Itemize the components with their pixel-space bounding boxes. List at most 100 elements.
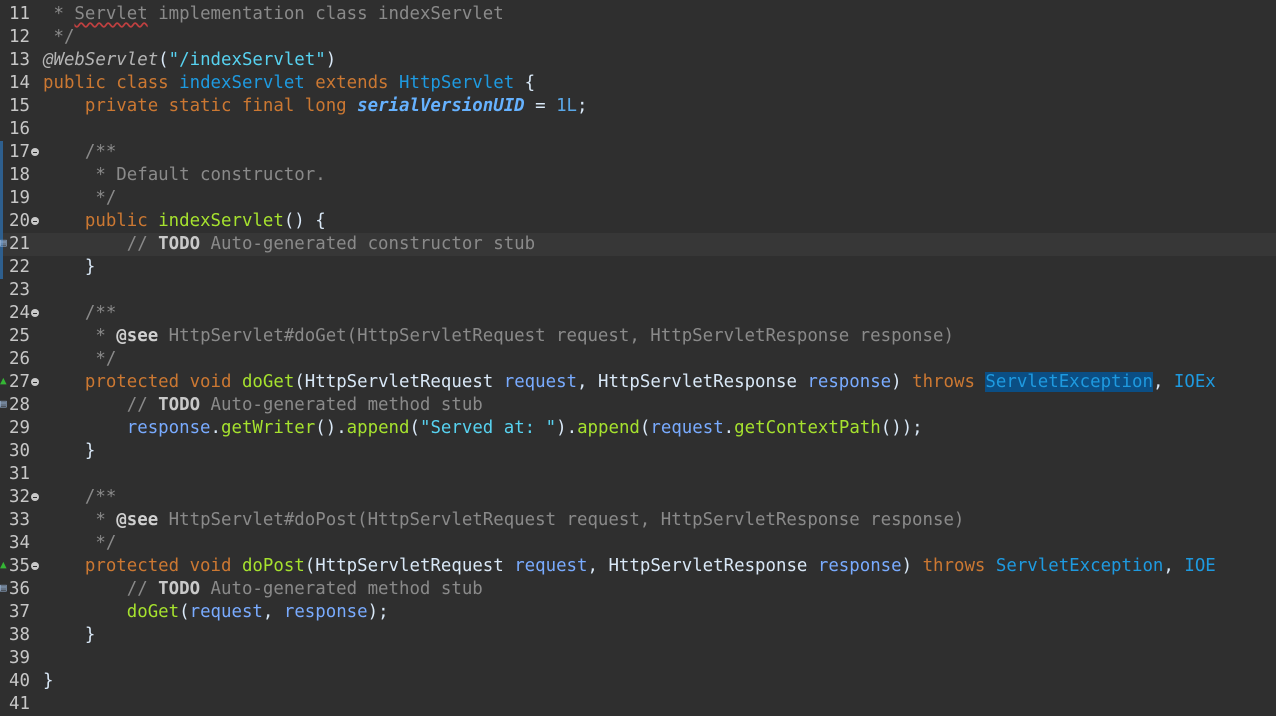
code-text[interactable]: * Servlet implementation class indexServ… [43,3,503,26]
code-text[interactable]: */ [43,26,74,49]
code-line[interactable]: 24 /** [0,302,1276,325]
code-text[interactable]: */ [43,532,116,555]
task-marker-icon[interactable]: ▤ [0,398,7,409]
code-line[interactable]: 25 * @see HttpServlet#doGet(HttpServletR… [0,325,1276,348]
override-triangle-icon[interactable]: ▲ [0,375,7,386]
code-line[interactable]: 22 } [0,256,1276,279]
fold-collapse-icon[interactable] [31,217,39,225]
code-text[interactable]: } [43,670,53,693]
fold-collapse-icon[interactable] [31,378,39,386]
line-gutter[interactable]: 18 [0,164,40,187]
code-line[interactable]: ▤ 21 // TODO Auto-generated constructor s… [0,233,1276,256]
line-gutter[interactable]: ▲ 27 [0,371,40,394]
code-text[interactable]: */ [43,348,116,371]
task-marker-icon[interactable]: ▤ [0,237,7,248]
code-line[interactable]: 11 * Servlet implementation class indexS… [0,3,1276,26]
fold-collapse-icon[interactable] [31,309,39,317]
line-gutter[interactable]: 17 [0,141,40,164]
code-line[interactable]: 39 [0,647,1276,670]
line-gutter[interactable]: 13 [0,49,40,72]
code-line[interactable]: 40} [0,670,1276,693]
line-gutter[interactable]: 19 [0,187,40,210]
code-line[interactable]: ▲ 27 protected void doGet(HttpServletRequ… [0,371,1276,394]
code-text[interactable]: /** [43,302,116,325]
code-line[interactable]: 37 doGet(request, response); [0,601,1276,624]
code-text[interactable]: // TODO Auto-generated constructor stub [43,233,535,256]
code-text[interactable]: protected void doGet(HttpServletRequest … [43,371,1216,394]
code-line[interactable]: 14 public class indexServlet extends Http… [0,72,1276,95]
code-text[interactable]: } [43,440,95,463]
code-text[interactable]: // TODO Auto-generated method stub [43,578,483,601]
code-line[interactable]: 41 [0,693,1276,716]
code-text[interactable]: response.getWriter().append("Served at: … [43,417,923,440]
code-editor[interactable]: 11 * Servlet implementation class indexS… [0,0,1276,714]
fold-collapse-icon[interactable] [31,562,39,570]
code-line[interactable]: 29 response.getWriter().append("Served a… [0,417,1276,440]
code-line[interactable]: 18 * Default constructor. [0,164,1276,187]
line-gutter[interactable]: 33 [0,509,40,532]
line-gutter[interactable]: ▲ 35 [0,555,40,578]
code-text[interactable]: protected void doPost(HttpServletRequest… [43,555,1216,578]
code-text[interactable]: * @see HttpServlet#doPost(HttpServletReq… [43,509,964,532]
override-triangle-icon[interactable]: ▲ [0,559,7,570]
code-text[interactable]: doGet(request, response); [43,601,389,624]
line-gutter[interactable]: 11 [0,3,40,26]
code-text[interactable]: public indexServlet() { [43,210,326,233]
code-text[interactable]: /** [43,141,116,164]
line-gutter[interactable]: 37 [0,601,40,624]
code-text[interactable]: private static final long serialVersionU… [43,95,588,118]
line-gutter[interactable]: 26 [0,348,40,371]
code-line[interactable]: ▤ 28 // TODO Auto-generated method stub [0,394,1276,417]
line-gutter[interactable]: ▤ 21 [0,233,40,256]
line-gutter[interactable]: 25 [0,325,40,348]
code-text[interactable]: * @see HttpServlet#doGet(HttpServletRequ… [43,325,954,348]
line-gutter[interactable]: 20 [0,210,40,233]
line-gutter[interactable]: 41 [0,693,40,716]
code-text[interactable]: } [43,256,95,279]
line-gutter[interactable]: 24 [0,302,40,325]
code-text[interactable]: * Default constructor. [43,164,325,187]
code-line[interactable]: 19 */ [0,187,1276,210]
code-text[interactable]: } [43,624,95,647]
code-line[interactable]: 38 } [0,624,1276,647]
line-gutter[interactable]: 40 [0,670,40,693]
code-line[interactable]: 26 */ [0,348,1276,371]
line-gutter[interactable]: 14 [0,72,40,95]
code-line[interactable]: ▲ 35 protected void doPost(HttpServletReq… [0,555,1276,578]
line-gutter[interactable]: 15 [0,95,40,118]
line-gutter[interactable]: 34 [0,532,40,555]
code-text[interactable]: /** [43,486,116,509]
code-line[interactable]: 15 private static final long serialVersi… [0,95,1276,118]
code-line[interactable]: 23 [0,279,1276,302]
line-gutter[interactable]: 12 [0,26,40,49]
line-gutter[interactable]: 31 [0,463,40,486]
code-line[interactable]: 30 } [0,440,1276,463]
code-text[interactable]: public class indexServlet extends HttpSe… [43,72,535,95]
code-text[interactable]: @WebServlet("/indexServlet") [43,49,336,72]
code-line[interactable]: 32 /** [0,486,1276,509]
fold-collapse-icon[interactable] [31,148,39,156]
task-marker-icon[interactable]: ▤ [0,582,7,593]
fold-collapse-icon[interactable] [31,493,39,501]
code-line[interactable]: 13 @WebServlet("/indexServlet") [0,49,1276,72]
line-gutter[interactable]: 30 [0,440,40,463]
line-gutter[interactable]: 29 [0,417,40,440]
line-gutter[interactable]: 32 [0,486,40,509]
line-gutter[interactable]: 23 [0,279,40,302]
code-text[interactable]: */ [43,187,116,210]
code-line[interactable]: ▤ 36 // TODO Auto-generated method stub [0,578,1276,601]
line-gutter[interactable]: 38 [0,624,40,647]
code-line[interactable]: 12 */ [0,26,1276,49]
line-gutter[interactable]: ▤ 28 [0,394,40,417]
line-gutter[interactable]: 22 [0,256,40,279]
line-gutter[interactable]: 39 [0,647,40,670]
line-gutter[interactable]: ▤ 36 [0,578,40,601]
code-text[interactable]: // TODO Auto-generated method stub [43,394,483,417]
code-line[interactable]: 31 [0,463,1276,486]
code-line[interactable]: 16 [0,118,1276,141]
code-line[interactable]: 34 */ [0,532,1276,555]
line-gutter[interactable]: 16 [0,118,40,141]
code-line[interactable]: 20 public indexServlet() { [0,210,1276,233]
code-line[interactable]: 33 * @see HttpServlet#doPost(HttpServlet… [0,509,1276,532]
code-line[interactable]: 17 /** [0,141,1276,164]
